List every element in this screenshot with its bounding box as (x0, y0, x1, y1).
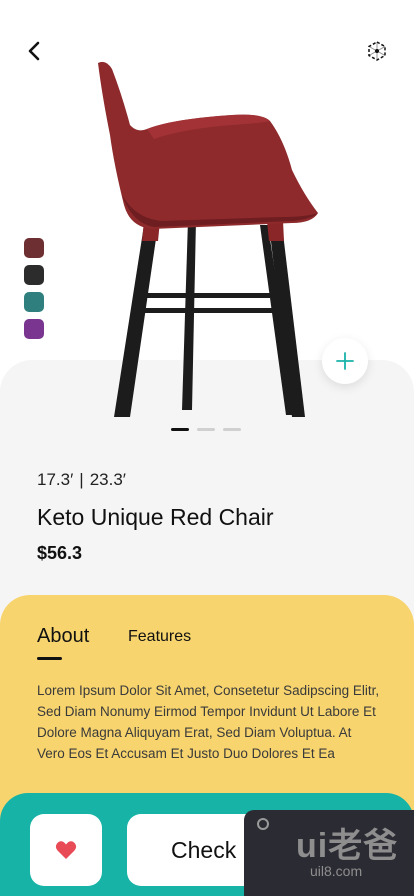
product-price: $56.3 (37, 543, 83, 563)
dimension-height: 23.3′ (89, 470, 126, 489)
add-button[interactable] (322, 338, 368, 384)
dimension-separator: | (79, 470, 84, 489)
color-swatch-teal[interactable] (24, 292, 44, 312)
color-swatch-red[interactable] (24, 238, 44, 258)
color-swatch-purple[interactable] (24, 319, 44, 339)
checkout-label: Check (171, 836, 237, 863)
favorite-button[interactable] (30, 814, 102, 886)
tab-about[interactable]: About (37, 625, 89, 648)
chevron-left-icon (28, 41, 40, 61)
dimension-width: 17.3′ (37, 470, 74, 489)
tab-features[interactable]: Features (128, 628, 191, 646)
ar-view-button[interactable] (366, 40, 388, 62)
about-description: Lorem Ipsum Dolor Sit Amet, Consetetur S… (37, 683, 380, 761)
carousel-dot-2[interactable] (197, 428, 215, 431)
plus-icon (336, 352, 354, 370)
watermark-logo: ui老爸 (296, 827, 399, 865)
back-button[interactable] (22, 38, 48, 64)
watermark-overlay: ui老爸 uil8.com (244, 810, 414, 896)
product-dimensions: 17.3′ | 23.3′ (37, 470, 126, 490)
heart-icon (55, 841, 77, 859)
color-swatch-black[interactable] (24, 265, 44, 285)
color-swatches (24, 238, 44, 346)
watermark-circle-icon (257, 818, 269, 830)
carousel-dot-1[interactable] (171, 428, 189, 431)
product-title: Keto Unique Red Chair (37, 504, 274, 530)
carousel-dot-3[interactable] (223, 428, 241, 431)
cube-3d-icon (368, 41, 386, 61)
product-image (92, 55, 332, 420)
watermark-url: uil8.com (310, 863, 363, 879)
carousel-indicator (171, 428, 241, 431)
active-tab-indicator (37, 657, 62, 660)
